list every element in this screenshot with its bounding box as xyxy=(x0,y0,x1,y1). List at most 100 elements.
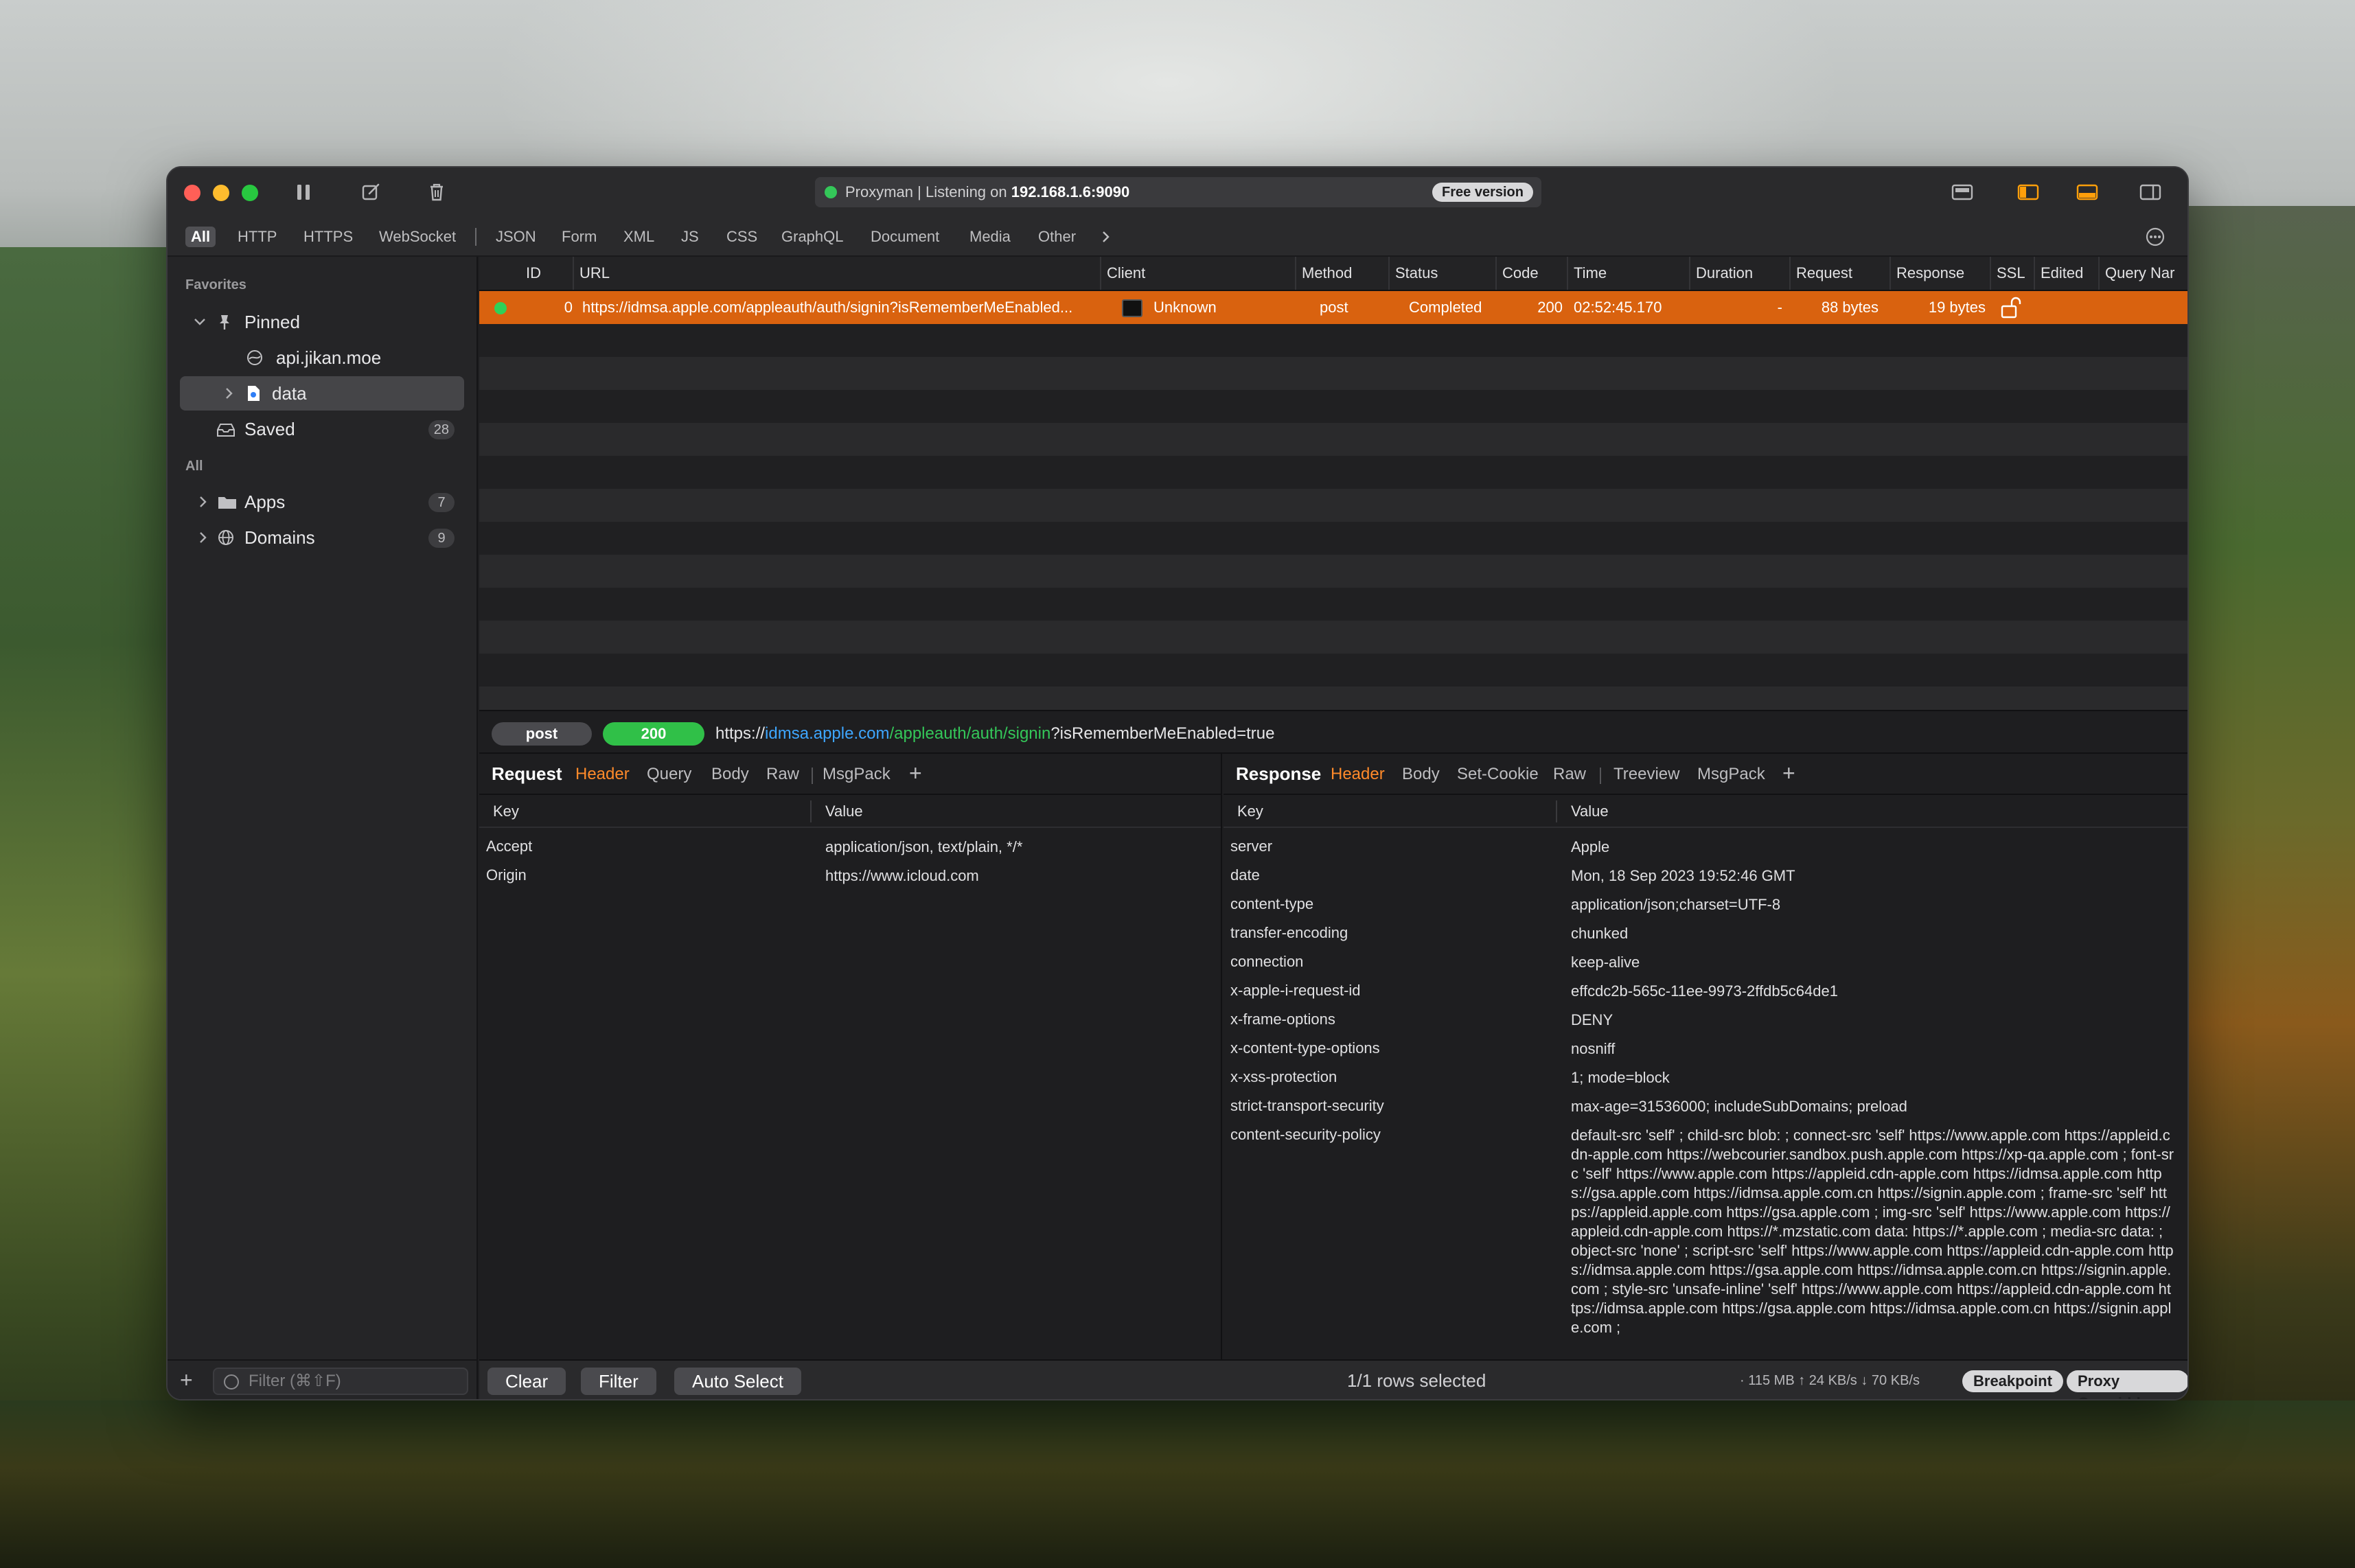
request-tab-query[interactable]: Query xyxy=(647,765,691,784)
column-header-client[interactable]: Client xyxy=(1100,257,1295,290)
toggle-inspector-icon[interactable] xyxy=(2137,180,2164,205)
title-bar: Proxyman | Listening on 192.168.1.6:9090… xyxy=(168,168,2187,217)
filter-tab-https[interactable]: HTTPS xyxy=(298,227,358,247)
column-header-duration[interactable]: Duration xyxy=(1689,257,1789,290)
response-tab-body[interactable]: Body xyxy=(1402,765,1440,784)
column-header-response[interactable]: Response xyxy=(1889,257,1990,290)
filter-button[interactable]: Filter xyxy=(581,1368,656,1395)
sidebar-item-domains[interactable]: Domains 9 xyxy=(180,520,464,555)
filter-tab-other[interactable]: Other xyxy=(1033,227,1081,247)
toggle-bottom-panel-icon[interactable] xyxy=(2073,180,2101,205)
column-header-edited[interactable]: Edited xyxy=(2034,257,2098,290)
inbox-tray-icon xyxy=(216,420,235,438)
filter-tab-xml[interactable]: XML xyxy=(618,227,660,247)
filter-tab-form[interactable]: Form xyxy=(556,227,602,247)
response-tab-treeview[interactable]: Treeview xyxy=(1613,765,1679,784)
breakpoint-badge[interactable]: Breakpoint xyxy=(1962,1370,2063,1392)
cell-request-size: 88 bytes xyxy=(1821,299,1879,316)
response-header-row[interactable]: content-security-policy default-src 'sel… xyxy=(1224,1126,2187,1357)
header-value: 1; mode=block xyxy=(1571,1069,1670,1086)
header-value: application/json, text/plain, */* xyxy=(825,838,1023,855)
proxy-overridden-badge[interactable]: Proxy Overridden xyxy=(2067,1370,2187,1399)
folder-icon xyxy=(217,493,236,511)
filter-tab-graphql[interactable]: GraphQL xyxy=(776,227,849,247)
status-address: 192.168.1.6:9090 xyxy=(1011,183,1130,200)
full-url[interactable]: https://idmsa.apple.com/appleauth/auth/s… xyxy=(715,721,1275,747)
response-tab-set-cookie[interactable]: Set-Cookie xyxy=(1457,765,1539,784)
sidebar-filter-input[interactable]: Filter (⌘⇧F) xyxy=(213,1368,468,1395)
background-hill-bottom xyxy=(0,1400,2355,1568)
status-code-badge: 200 xyxy=(603,722,704,746)
header-value: Mon, 18 Sep 2023 19:52:46 GMT xyxy=(1571,867,1795,884)
sidebar-item-pinned[interactable]: Pinned xyxy=(180,305,464,339)
zoom-window-button[interactable] xyxy=(242,185,258,201)
add-icon[interactable]: + xyxy=(180,1369,193,1391)
auto-select-button[interactable]: Auto Select xyxy=(674,1368,801,1395)
free-version-badge[interactable]: Free version xyxy=(1432,183,1533,202)
filter-tab-media[interactable]: Media xyxy=(964,227,1016,247)
chevron-right-icon[interactable] xyxy=(1094,227,1118,247)
minimize-window-button[interactable] xyxy=(213,185,229,201)
domains-count-badge: 9 xyxy=(428,529,455,548)
listening-status-bar[interactable]: Proxyman | Listening on 192.168.1.6:9090… xyxy=(815,177,1541,207)
table-header: ID URL Client Method Status Code Time Du… xyxy=(479,257,2187,291)
request-header-row[interactable]: Origin https://www.icloud.com xyxy=(479,866,1221,895)
request-tab-header[interactable]: Header xyxy=(575,765,630,784)
table-row[interactable]: 0 https://idmsa.apple.com/appleauth/auth… xyxy=(479,291,2187,324)
method-badge: post xyxy=(492,722,592,746)
column-header-status[interactable]: Status xyxy=(1388,257,1495,290)
header-key: content-type xyxy=(1230,895,1314,912)
sidebar-item-apps[interactable]: Apps 7 xyxy=(180,485,464,519)
sidebar-item-saved[interactable]: Saved 28 xyxy=(180,412,464,446)
filter-tab-websocket[interactable]: WebSocket xyxy=(374,227,461,247)
add-tab-icon[interactable]: + xyxy=(909,761,922,786)
column-header-method[interactable]: Method xyxy=(1295,257,1388,290)
filter-tab-json[interactable]: JSON xyxy=(490,227,542,247)
column-header-code[interactable]: Code xyxy=(1495,257,1567,290)
window-layout-icon[interactable] xyxy=(1949,180,1976,205)
chevron-right-icon[interactable] xyxy=(195,520,210,567)
filter-tab-document[interactable]: Document xyxy=(865,227,945,247)
cell-method: post xyxy=(1320,299,1348,316)
success-status-icon xyxy=(494,302,507,314)
column-header-query-name[interactable]: Query Nar xyxy=(2098,257,2187,290)
header-key: x-apple-i-request-id xyxy=(1230,982,1361,999)
terminal-icon xyxy=(1122,299,1142,317)
column-header-ssl[interactable]: SSL xyxy=(1990,257,2034,290)
status-online-icon xyxy=(825,186,837,198)
request-tab-body[interactable]: Body xyxy=(711,765,749,784)
column-header-request[interactable]: Request xyxy=(1789,257,1889,290)
response-tab-msgpack[interactable]: MsgPack xyxy=(1697,765,1765,784)
request-tab-raw[interactable]: Raw xyxy=(766,765,799,784)
filter-tab-js[interactable]: JS xyxy=(676,227,704,247)
sidebar-item-data[interactable]: data xyxy=(180,376,464,411)
column-header-url[interactable]: URL xyxy=(573,257,1100,290)
pause-icon[interactable] xyxy=(291,180,316,205)
request-tab-msgpack[interactable]: MsgPack xyxy=(823,765,891,784)
cell-time: 02:52:45.170 xyxy=(1574,299,1662,316)
close-window-button[interactable] xyxy=(184,185,200,201)
response-tab-header[interactable]: Header xyxy=(1331,765,1385,784)
url-scheme: https:// xyxy=(715,724,766,743)
column-header-id[interactable]: ID xyxy=(520,257,573,290)
sidebar-item-api-jikan-moe[interactable]: api.jikan.moe xyxy=(180,341,464,375)
request-table: ID URL Client Method Status Code Time Du… xyxy=(479,257,2187,719)
clear-button[interactable]: Clear xyxy=(487,1368,566,1395)
tab-divider xyxy=(1600,768,1601,784)
toggle-sidebar-icon[interactable] xyxy=(2014,180,2042,205)
globe-icon xyxy=(217,529,235,546)
sidebar-item-label: Apps xyxy=(244,492,286,512)
filter-tab-http[interactable]: HTTP xyxy=(232,227,282,247)
compose-icon[interactable] xyxy=(358,180,383,205)
key-column-header: Key xyxy=(1237,803,1263,820)
filter-tab-all[interactable]: All xyxy=(185,227,216,247)
trash-icon[interactable] xyxy=(424,180,449,205)
more-options-icon[interactable] xyxy=(2138,225,2172,246)
column-header-time[interactable]: Time xyxy=(1567,257,1689,290)
request-header-row[interactable]: Accept application/json, text/plain, */* xyxy=(479,838,1221,866)
content-type-filter-bar: All HTTP HTTPS WebSocket JSON Form XML J… xyxy=(168,217,2187,257)
response-tab-raw[interactable]: Raw xyxy=(1553,765,1586,784)
add-tab-icon[interactable]: + xyxy=(1782,761,1795,786)
sidebar-item-label: Saved xyxy=(244,419,295,439)
filter-tab-css[interactable]: CSS xyxy=(721,227,763,247)
